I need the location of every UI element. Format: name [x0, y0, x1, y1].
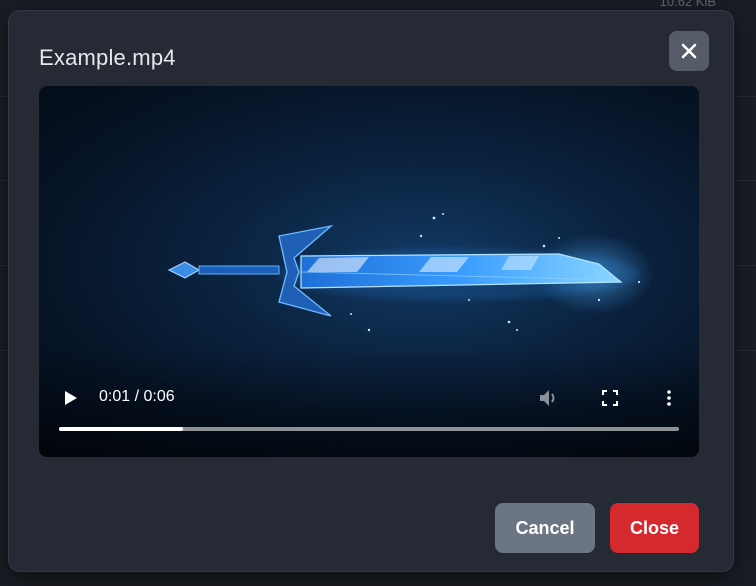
mute-button[interactable]: [537, 386, 561, 410]
video-progress-bar[interactable]: [59, 427, 679, 431]
video-player[interactable]: 0:01 / 0:06: [39, 86, 699, 457]
more-options-button[interactable]: [659, 386, 679, 410]
time-display: 0:01 / 0:06: [99, 388, 175, 405]
dialog-title: Example.mp4: [39, 45, 176, 70]
volume-icon: [540, 390, 555, 406]
close-icon: [681, 43, 697, 59]
cancel-button[interactable]: Cancel: [495, 503, 595, 553]
fullscreen-button[interactable]: [598, 386, 622, 410]
video-progress-fill: [59, 427, 183, 431]
video-preview-dialog: Example.mp4 0:01 / 0:06 Cancel Close: [8, 10, 734, 572]
close-button[interactable]: Close: [610, 503, 699, 553]
more-options-icon: [667, 390, 671, 406]
play-button[interactable]: [61, 388, 81, 408]
dialog-close-button[interactable]: [669, 31, 709, 71]
background-file-size: 10.62 KiB: [659, 0, 716, 9]
fullscreen-icon: [602, 390, 618, 406]
play-icon: [65, 391, 77, 405]
